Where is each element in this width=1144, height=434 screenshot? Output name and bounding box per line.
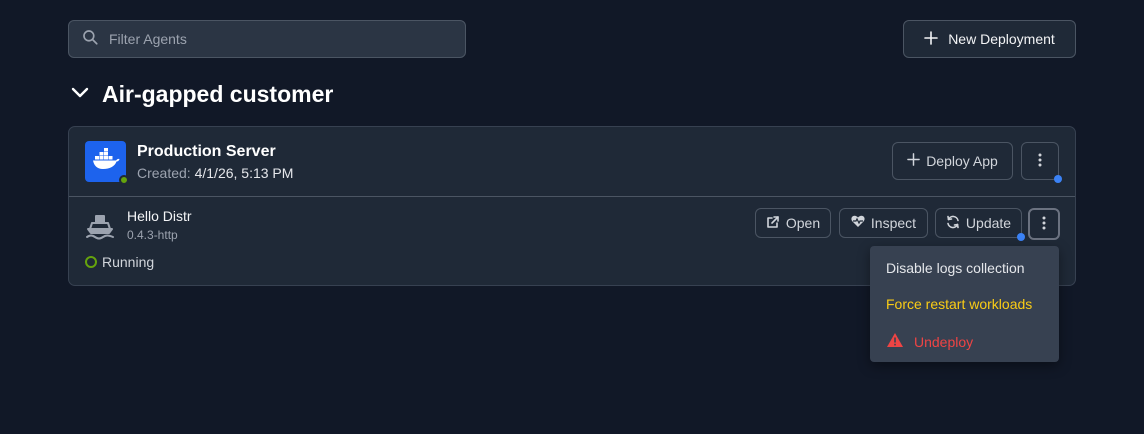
heart-pulse-icon: [851, 215, 865, 231]
plus-icon: [924, 30, 938, 48]
more-vertical-icon: [1042, 216, 1046, 233]
created-value: 4/1/26, 5:13 PM: [194, 165, 294, 181]
ship-icon: [85, 214, 115, 245]
plus-icon: [907, 153, 921, 169]
app-name: Hello Distr: [127, 208, 192, 224]
group-title: Air-gapped customer: [102, 81, 334, 107]
chevron-down-icon[interactable]: [68, 80, 92, 109]
refresh-icon: [946, 215, 960, 232]
menu-item-label: Disable logs collection: [886, 260, 1025, 276]
external-link-icon: [766, 215, 780, 232]
update-label: Update: [965, 215, 1012, 231]
menu-item-disable-logs[interactable]: Disable logs collection: [886, 260, 1025, 276]
menu-item-label: Undeploy: [914, 333, 974, 350]
app-status: Running: [85, 254, 154, 270]
docker-icon: [91, 147, 121, 176]
inspect-button[interactable]: Inspect: [839, 208, 928, 238]
server-more-button[interactable]: [1021, 142, 1062, 183]
app-context-menu: Disable logs collection Force restart wo…: [870, 246, 1059, 362]
deploy-app-button[interactable]: Deploy App: [892, 142, 1013, 180]
docker-logo: [85, 141, 129, 185]
status-label: Running: [102, 254, 155, 270]
server-header: Production Server Created: 4/1/26, 5:13 …: [69, 127, 1075, 197]
server-created: Created: 4/1/26, 5:13 PM: [137, 165, 293, 181]
menu-item-label: Force restart workloads: [886, 296, 1033, 312]
more-vertical-icon: [1038, 153, 1042, 170]
menu-item-undeploy[interactable]: Undeploy: [886, 332, 973, 351]
notification-dot: [1054, 175, 1062, 183]
search-icon: [81, 28, 99, 51]
new-deployment-button[interactable]: New Deployment: [903, 20, 1076, 58]
deploy-app-label: Deploy App: [926, 153, 998, 169]
open-label: Open: [785, 215, 821, 231]
menu-item-force-restart[interactable]: Force restart workloads: [886, 296, 1032, 312]
status-ring-icon: [85, 256, 97, 268]
new-deployment-label: New Deployment: [948, 31, 1055, 47]
update-button[interactable]: Update: [935, 208, 1025, 241]
app-more-button[interactable]: [1028, 208, 1060, 240]
app-version: 0.4.3-http: [127, 228, 178, 242]
group-header[interactable]: Air-gapped customer: [68, 80, 333, 109]
inspect-label: Inspect: [870, 215, 917, 231]
server-status-dot: [119, 175, 129, 185]
warning-icon: [886, 332, 904, 351]
filter-agents-search[interactable]: [68, 20, 466, 58]
server-name: Production Server: [137, 143, 276, 160]
filter-agents-input[interactable]: [109, 31, 449, 47]
open-button[interactable]: Open: [755, 208, 831, 238]
created-label: Created:: [137, 165, 191, 181]
notification-dot: [1017, 233, 1025, 241]
